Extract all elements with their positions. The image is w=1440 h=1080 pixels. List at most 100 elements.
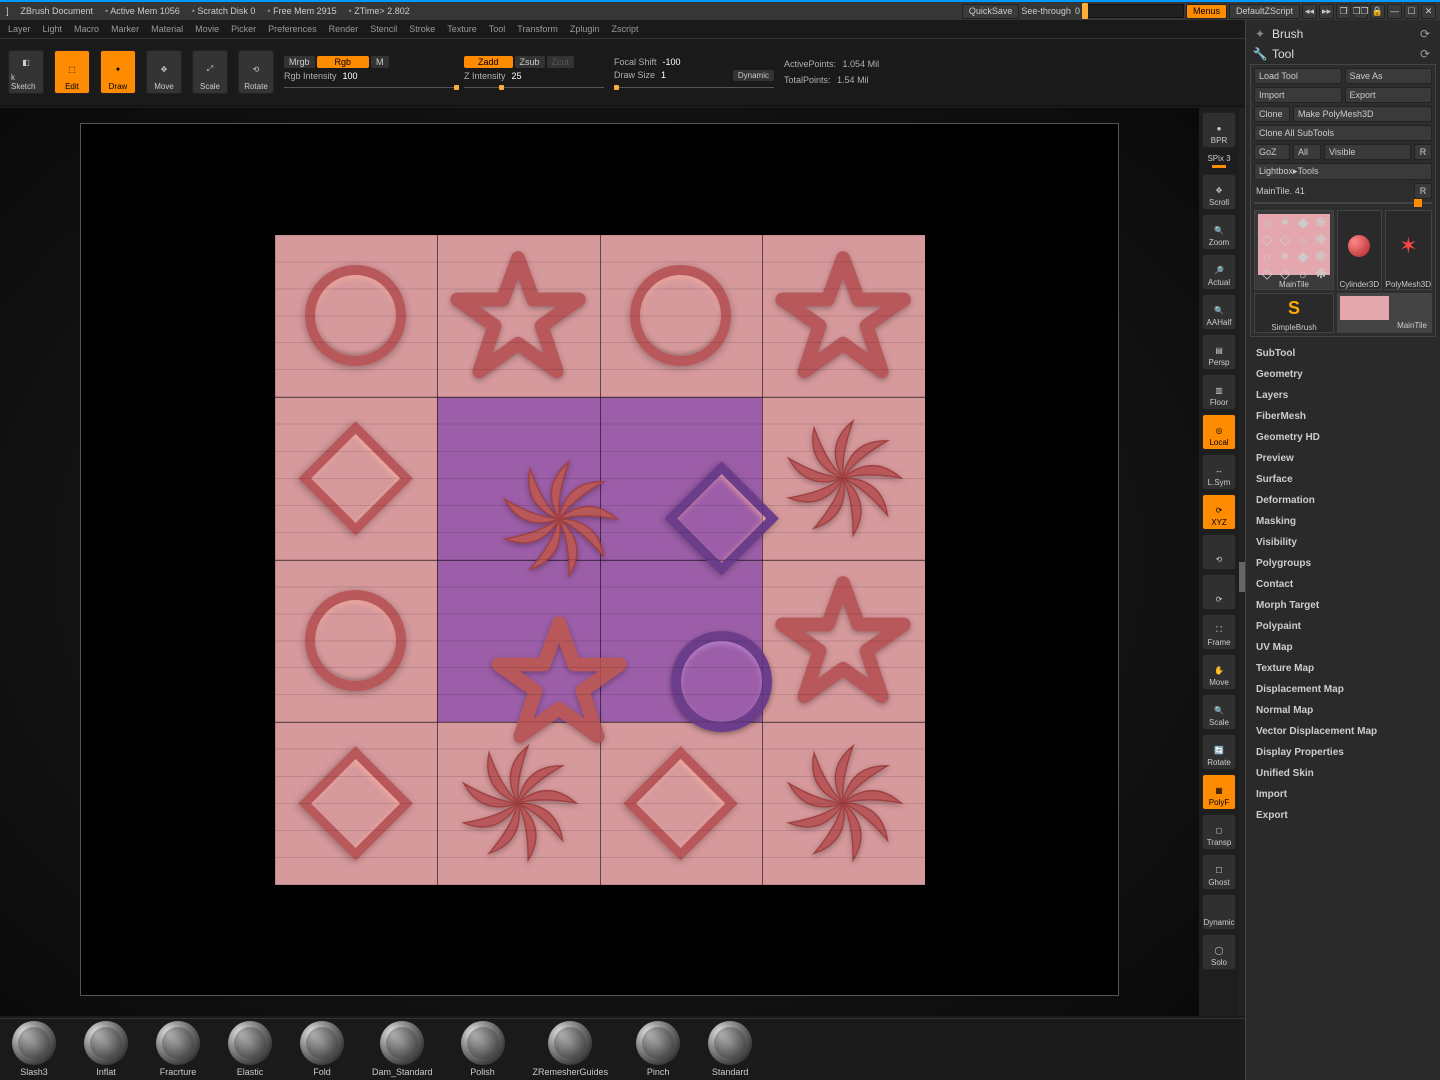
- maximize-icon[interactable]: ☐: [1404, 4, 1419, 19]
- menu-tool[interactable]: Tool: [489, 24, 506, 34]
- move-button[interactable]: ✥Move: [146, 50, 182, 94]
- iconbar-floor[interactable]: ▥Floor: [1202, 374, 1236, 410]
- section-normal-map[interactable]: Normal Map: [1256, 702, 1430, 719]
- rgb-intensity-slider[interactable]: [284, 87, 454, 88]
- brush-panel-header[interactable]: ✦ Brush ⟳: [1250, 24, 1436, 44]
- menu-transform[interactable]: Transform: [517, 24, 558, 34]
- menu-marker[interactable]: Marker: [111, 24, 139, 34]
- section-subtool[interactable]: SubTool: [1256, 345, 1430, 362]
- import-button[interactable]: Import: [1254, 87, 1342, 103]
- zsub-button[interactable]: Zsub: [515, 56, 545, 68]
- menu-light[interactable]: Light: [43, 24, 63, 34]
- m-button[interactable]: M: [371, 56, 389, 68]
- section-layers[interactable]: Layers: [1256, 387, 1430, 404]
- iconbar-zoom[interactable]: 🔍Zoom: [1202, 214, 1236, 250]
- tool-maintile-alt[interactable]: MainTile: [1337, 293, 1432, 333]
- brush-slash3[interactable]: Slash3: [12, 1021, 56, 1077]
- menu-stencil[interactable]: Stencil: [370, 24, 397, 34]
- iconbar-xyz[interactable]: ⟳XYZ: [1202, 494, 1236, 530]
- edit-button[interactable]: ⬚Edit: [54, 50, 90, 94]
- section-unified-skin[interactable]: Unified Skin: [1256, 765, 1430, 782]
- section-surface[interactable]: Surface: [1256, 471, 1430, 488]
- iconbar-scroll[interactable]: ✥Scroll: [1202, 174, 1236, 210]
- iconbar-rotate[interactable]: 🔄Rotate: [1202, 734, 1236, 770]
- iconbar-scale[interactable]: 🔍Scale: [1202, 694, 1236, 730]
- windows-icon[interactable]: ❐❐: [1353, 4, 1368, 19]
- iconbar-persp[interactable]: ▤Persp: [1202, 334, 1236, 370]
- section-preview[interactable]: Preview: [1256, 450, 1430, 467]
- iconbar-polyf[interactable]: ▦PolyF: [1202, 774, 1236, 810]
- tool-cylinder3d[interactable]: Cylinder3D: [1337, 210, 1382, 290]
- brush-elastic[interactable]: Elastic: [228, 1021, 272, 1077]
- menu-stroke[interactable]: Stroke: [409, 24, 435, 34]
- menus-button[interactable]: Menus: [1186, 4, 1227, 19]
- load-tool-button[interactable]: Load Tool: [1254, 68, 1342, 84]
- section-import[interactable]: Import: [1256, 786, 1430, 803]
- clone-all-subtools-button[interactable]: Clone All SubTools: [1254, 125, 1432, 141]
- brush-dam_standard[interactable]: Dam_Standard: [372, 1021, 433, 1077]
- rgb-button[interactable]: Rgb: [317, 56, 370, 68]
- menu-texture[interactable]: Texture: [447, 24, 477, 34]
- brush-fold[interactable]: Fold: [300, 1021, 344, 1077]
- save-as-button[interactable]: Save As: [1345, 68, 1433, 84]
- zcut-button[interactable]: Zcut: [547, 56, 575, 68]
- r-button[interactable]: R: [1414, 183, 1432, 199]
- reload-icon[interactable]: ⟳: [1420, 47, 1434, 61]
- iconbar-solo[interactable]: ◯Solo: [1202, 934, 1236, 970]
- iconbar-spix 3[interactable]: SPix 3: [1202, 152, 1236, 170]
- iconbar-transp[interactable]: ◻Transp: [1202, 814, 1236, 850]
- section-geometry[interactable]: Geometry: [1256, 366, 1430, 383]
- sketch-button[interactable]: ◧k Sketch: [8, 50, 44, 94]
- tool-panel-header[interactable]: 🔧 Tool ⟳: [1250, 44, 1436, 64]
- section-texture-map[interactable]: Texture Map: [1256, 660, 1430, 677]
- brush-zremesherguides[interactable]: ZRemesherGuides: [533, 1021, 609, 1077]
- menu-zscript[interactable]: Zscript: [611, 24, 638, 34]
- iconbar-local[interactable]: ◎Local: [1202, 414, 1236, 450]
- section-displacement-map[interactable]: Displacement Map: [1256, 681, 1430, 698]
- iconbar-ghost[interactable]: ☐Ghost: [1202, 854, 1236, 890]
- brush-inflat[interactable]: Inflat: [84, 1021, 128, 1077]
- menu-movie[interactable]: Movie: [195, 24, 219, 34]
- section-vector-displacement-map[interactable]: Vector Displacement Map: [1256, 723, 1430, 740]
- rotate-button[interactable]: ⟲Rotate: [238, 50, 274, 94]
- section-visibility[interactable]: Visibility: [1256, 534, 1430, 551]
- draw-size-slider[interactable]: [614, 87, 774, 88]
- section-fibermesh[interactable]: FiberMesh: [1256, 408, 1430, 425]
- make-polymesh3d-button[interactable]: Make PolyMesh3D: [1293, 106, 1432, 122]
- zadd-button[interactable]: Zadd: [464, 56, 513, 68]
- section-polypaint[interactable]: Polypaint: [1256, 618, 1430, 635]
- clone-button[interactable]: Clone: [1254, 106, 1290, 122]
- mrgb-button[interactable]: Mrgb: [284, 56, 315, 68]
- menu-render[interactable]: Render: [329, 24, 359, 34]
- next-icon[interactable]: ▸▸: [1319, 4, 1334, 19]
- iconbar-frame[interactable]: ⛶Frame: [1202, 614, 1236, 650]
- canvas[interactable]: [0, 108, 1199, 1016]
- iconbar-l.sym[interactable]: ↔L.Sym: [1202, 454, 1236, 490]
- export-button[interactable]: Export: [1345, 87, 1433, 103]
- goz-button[interactable]: GoZ: [1254, 144, 1290, 160]
- brush-fracrture[interactable]: Fracrture: [156, 1021, 200, 1077]
- iconbar-dynamic[interactable]: Dynamic: [1202, 894, 1236, 930]
- visible-button[interactable]: Visible: [1324, 144, 1411, 160]
- draw-button[interactable]: ✦Draw: [100, 50, 136, 94]
- z-intensity-slider[interactable]: [464, 87, 604, 88]
- section-masking[interactable]: Masking: [1256, 513, 1430, 530]
- brush-standard[interactable]: Standard: [708, 1021, 752, 1077]
- menu-material[interactable]: Material: [151, 24, 183, 34]
- section-morph-target[interactable]: Morph Target: [1256, 597, 1430, 614]
- brush-polish[interactable]: Polish: [461, 1021, 505, 1077]
- iconbar-bpr[interactable]: ●BPR: [1202, 112, 1236, 148]
- r-button[interactable]: R: [1414, 144, 1432, 160]
- iconbar-btn[interactable]: ⟳: [1202, 574, 1236, 610]
- section-polygroups[interactable]: Polygroups: [1256, 555, 1430, 572]
- section-deformation[interactable]: Deformation: [1256, 492, 1430, 509]
- menu-layer[interactable]: Layer: [8, 24, 31, 34]
- lightbox-tools-button[interactable]: Lightbox▸Tools: [1254, 163, 1432, 180]
- scale-button[interactable]: ⤢Scale: [192, 50, 228, 94]
- iconbar-aahalf[interactable]: 🔍AAHalf: [1202, 294, 1236, 330]
- tool-maintile[interactable]: ○✶◆❋ ◇◇○❋ ○✶◆❋ ◇◇○❋ MainTile: [1254, 210, 1334, 290]
- brush-pinch[interactable]: Pinch: [636, 1021, 680, 1077]
- section-geometry-hd[interactable]: Geometry HD: [1256, 429, 1430, 446]
- close-icon[interactable]: ✕: [1421, 4, 1436, 19]
- defaultzscript-button[interactable]: DefaultZScript: [1229, 4, 1300, 19]
